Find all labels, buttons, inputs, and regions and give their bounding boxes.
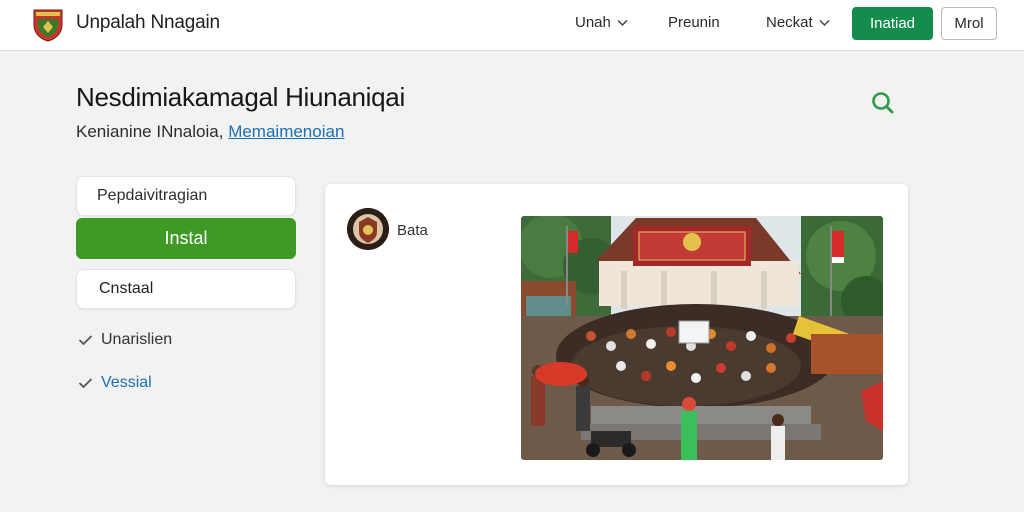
check-item-label: Unarislien <box>101 331 173 348</box>
nav-item-label: Preunin <box>668 14 720 31</box>
sidebar-input-label: Pepdaivitragian <box>97 187 208 204</box>
sidebar-input-card[interactable]: Pepdaivitragian <box>76 176 296 216</box>
post-photo[interactable] <box>521 216 883 460</box>
avatar[interactable] <box>347 208 389 250</box>
check-icon <box>78 335 93 346</box>
sidebar-outline-label: Cnstaal <box>99 280 154 297</box>
top-navbar: Unpalah Nnagain Unah Preunin Neckat Inat… <box>0 0 1024 51</box>
sidebar-outline-button[interactable]: Cnstaal <box>76 269 296 309</box>
check-item-label: Vessial <box>101 374 152 391</box>
sidebar-install-button[interactable]: Instal <box>76 218 296 259</box>
install-button[interactable]: Inatiad <box>852 7 933 40</box>
check-item-1[interactable]: Unarislien <box>78 331 172 349</box>
subtitle-text: Kenianine INnaloia, <box>76 122 224 141</box>
post-author[interactable]: Bata <box>397 222 428 239</box>
avatar-image <box>347 208 389 250</box>
nav-item-1[interactable]: Unah <box>575 14 628 31</box>
chevron-down-icon <box>819 19 830 26</box>
shield-logo-icon[interactable] <box>30 7 66 43</box>
search-icon[interactable] <box>868 88 898 118</box>
brand-name[interactable]: Unpalah Nnagain <box>76 12 220 34</box>
post-card: Bata <box>325 184 908 485</box>
page-title: Nesdimiakamagal Hiunaniqai <box>76 82 405 112</box>
crowd-photo-illustration <box>521 216 883 460</box>
nav-item-2[interactable]: Preunin <box>668 14 720 31</box>
subtitle-link[interactable]: Memaimenoian <box>228 122 344 141</box>
chevron-down-icon <box>617 19 628 26</box>
more-button[interactable]: Mrol <box>941 7 997 40</box>
nav-item-3[interactable]: Neckat <box>766 14 830 31</box>
nav-item-label: Unah <box>575 14 611 31</box>
check-icon <box>78 378 93 389</box>
check-item-2[interactable]: Vessial <box>78 374 152 392</box>
page-subtitle: Kenianine INnaloia, Memaimenoian <box>76 122 344 142</box>
nav-item-label: Neckat <box>766 14 813 31</box>
